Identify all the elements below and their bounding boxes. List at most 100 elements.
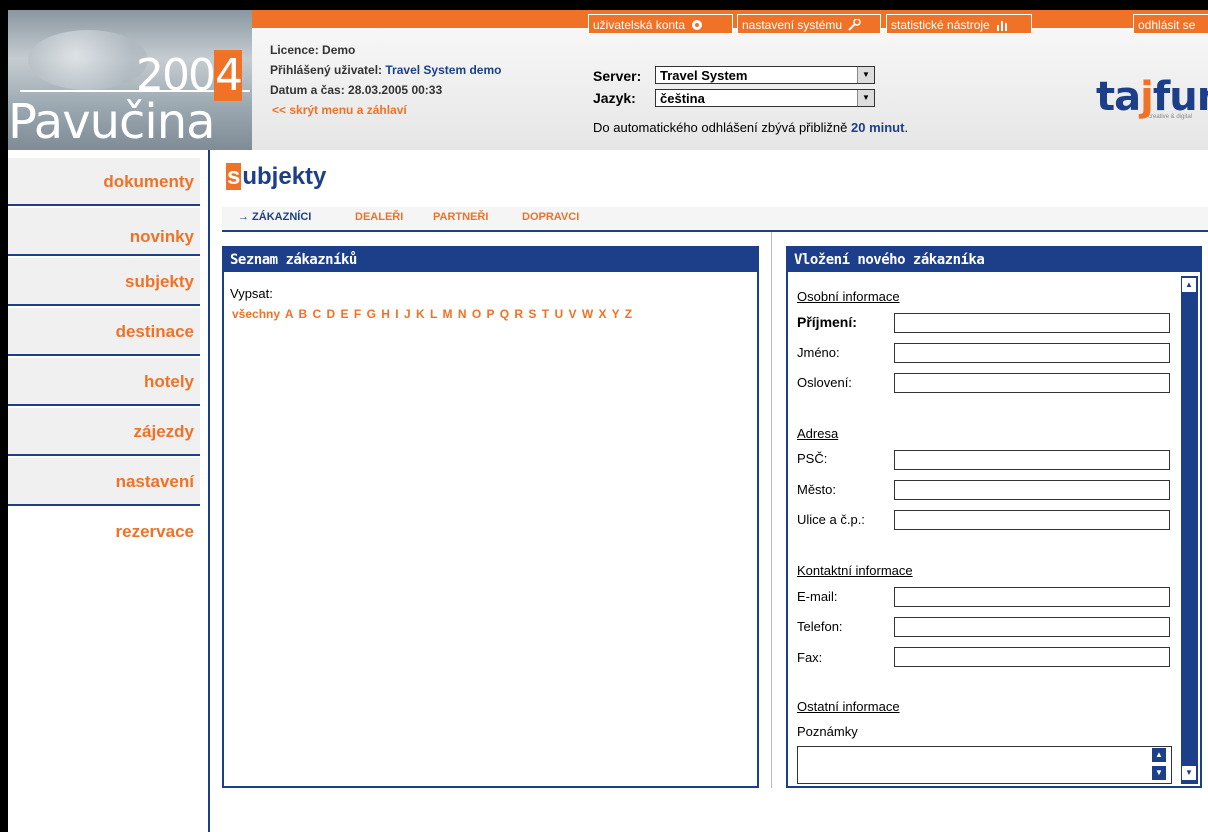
filter-letter-link[interactable]: I xyxy=(395,307,398,321)
filter-all-link[interactable]: všechny xyxy=(232,307,280,321)
filter-letter-link[interactable]: U xyxy=(554,307,563,321)
sidebar-item-hotels[interactable]: hotely xyxy=(8,358,200,406)
firstname-field[interactable] xyxy=(894,343,1170,363)
sidebar-item-documents[interactable]: dokumenty xyxy=(8,158,200,206)
filter-letter-link[interactable]: Y xyxy=(612,307,620,321)
user-value: Travel System demo xyxy=(385,63,502,77)
surname-label: Příjmení: xyxy=(797,314,857,330)
filter-letter-link[interactable]: G xyxy=(367,307,376,321)
email-field[interactable] xyxy=(894,587,1170,607)
filter-letter-link[interactable]: W xyxy=(582,307,593,321)
firstname-label: Jméno: xyxy=(797,345,840,360)
column-divider xyxy=(771,232,772,788)
tab-customers[interactable]: → ZÁKAZNÍCI xyxy=(238,211,311,223)
system-settings-button[interactable]: nastavení systému xyxy=(737,14,881,34)
sidebar-item-news[interactable]: novinky xyxy=(8,208,200,256)
phone-label: Telefon: xyxy=(797,619,843,634)
section-contact: Kontaktní informace xyxy=(797,563,913,578)
statistics-tools-button[interactable]: statistické nástroje xyxy=(886,14,1032,34)
bar-chart-icon xyxy=(997,21,1008,31)
sidebar-item-reservations[interactable]: rezervace xyxy=(8,508,200,556)
wrench-icon xyxy=(848,19,862,31)
surname-field[interactable] xyxy=(894,313,1170,333)
filter-letter-link[interactable]: A xyxy=(285,307,293,321)
filter-letter-link[interactable]: E xyxy=(341,307,349,321)
filter-letter-link[interactable]: T xyxy=(542,307,549,321)
zip-label: PSČ: xyxy=(797,451,828,466)
filter-letter-link[interactable]: M xyxy=(443,307,453,321)
filter-letter-link[interactable]: P xyxy=(487,307,495,321)
filter-letter-link[interactable]: N xyxy=(458,307,467,321)
notes-label: Poznámky xyxy=(797,724,858,739)
filter-letter-link[interactable]: F xyxy=(354,307,361,321)
licence-value: Demo xyxy=(322,43,356,57)
user-accounts-button[interactable]: uživatelská konta xyxy=(588,14,733,34)
fax-label: Fax: xyxy=(797,650,823,665)
filter-letter-link[interactable]: H xyxy=(381,307,390,321)
sidebar-item-settings[interactable]: nastavení xyxy=(8,458,200,506)
salutation-field[interactable] xyxy=(894,373,1170,393)
scroll-up-icon[interactable]: ▲ xyxy=(1182,278,1196,292)
section-other: Ostatní informace xyxy=(797,699,900,714)
session-info: Licence: Demo Přihlášený uživatel: Trave… xyxy=(270,38,501,122)
filter-letter-link[interactable]: B xyxy=(299,307,308,321)
textarea-scroll-down-icon[interactable]: ▼ xyxy=(1152,766,1166,780)
city-field[interactable] xyxy=(894,480,1170,500)
filter-letter-link[interactable]: O xyxy=(472,307,481,321)
street-field[interactable] xyxy=(894,510,1170,530)
textarea-scroll-up-icon[interactable]: ▲ xyxy=(1152,748,1166,762)
form-scrollbar[interactable] xyxy=(1181,276,1198,784)
language-label: Jazyk: xyxy=(593,90,636,106)
logo-name: Pavučina xyxy=(8,94,216,150)
filter-letter-link[interactable]: Q xyxy=(500,307,509,321)
hide-menu-link[interactable]: << skrýt menu a záhlaví xyxy=(272,103,407,117)
phone-field[interactable] xyxy=(894,617,1170,637)
tab-dealers[interactable]: DEALEŘI xyxy=(355,211,403,223)
sidebar-item-subjects[interactable]: subjekty xyxy=(8,258,200,306)
letter-filter: všechny A B C D E F G H I J K L M N O P … xyxy=(232,307,632,321)
panel-title: Vložení nového zákazníka xyxy=(788,248,1200,272)
autologout-notice: Do automatického odhlášení zbývá přibliž… xyxy=(593,120,909,135)
city-label: Město: xyxy=(797,482,837,497)
filter-letter-link[interactable]: L xyxy=(430,307,437,321)
zip-field[interactable] xyxy=(894,450,1170,470)
filter-letter-link[interactable]: V xyxy=(568,307,576,321)
page-title: subjekty xyxy=(226,163,327,190)
filter-letter-link[interactable]: K xyxy=(416,307,425,321)
filter-letter-link[interactable]: X xyxy=(598,307,606,321)
filter-letter-link[interactable]: J xyxy=(404,307,411,321)
salutation-label: Oslovení: xyxy=(797,375,852,390)
server-label: Server: xyxy=(593,68,642,84)
email-label: E-mail: xyxy=(797,589,838,604)
filter-letter-link[interactable]: S xyxy=(528,307,536,321)
filter-letter-link[interactable]: Z xyxy=(625,307,632,321)
datetime-label: Datum a čas: xyxy=(270,83,345,97)
tab-carriers[interactable]: DOPRAVCI xyxy=(522,211,579,223)
section-personal: Osobní informace xyxy=(797,289,900,304)
logout-button[interactable]: odhlásit se xyxy=(1133,14,1208,34)
server-select[interactable]: Travel System ▼ xyxy=(655,66,875,84)
panel-title: Seznam zákazníků xyxy=(224,248,757,272)
notes-textarea[interactable] xyxy=(797,746,1172,784)
scroll-down-icon[interactable]: ▼ xyxy=(1182,766,1196,780)
filter-letter-link[interactable]: R xyxy=(514,307,523,321)
autologout-time: 20 minut xyxy=(851,120,905,135)
window-frame-left xyxy=(0,0,8,832)
user-label: Přihlášený uživatel: xyxy=(270,63,383,77)
users-icon xyxy=(692,20,703,30)
chevron-down-icon: ▼ xyxy=(857,90,874,106)
sidebar-item-tours[interactable]: zájezdy xyxy=(8,408,200,456)
list-label: Vypsat: xyxy=(230,286,273,301)
brand-tagline: creative & digital xyxy=(1148,114,1193,120)
tab-partners[interactable]: PARTNEŘI xyxy=(433,211,488,223)
filter-letter-link[interactable]: C xyxy=(313,307,322,321)
sidebar-item-destinations[interactable]: destinace xyxy=(8,308,200,356)
section-address: Adresa xyxy=(797,426,839,441)
licence-label: Licence: xyxy=(270,43,319,57)
street-label: Ulice a č.p.: xyxy=(797,512,865,527)
filter-letter-link[interactable]: D xyxy=(327,307,336,321)
language-select[interactable]: čeština ▼ xyxy=(655,89,875,107)
fax-field[interactable] xyxy=(894,647,1170,667)
logo: 2004 Pavučina xyxy=(8,10,252,150)
chevron-down-icon: ▼ xyxy=(857,67,874,83)
